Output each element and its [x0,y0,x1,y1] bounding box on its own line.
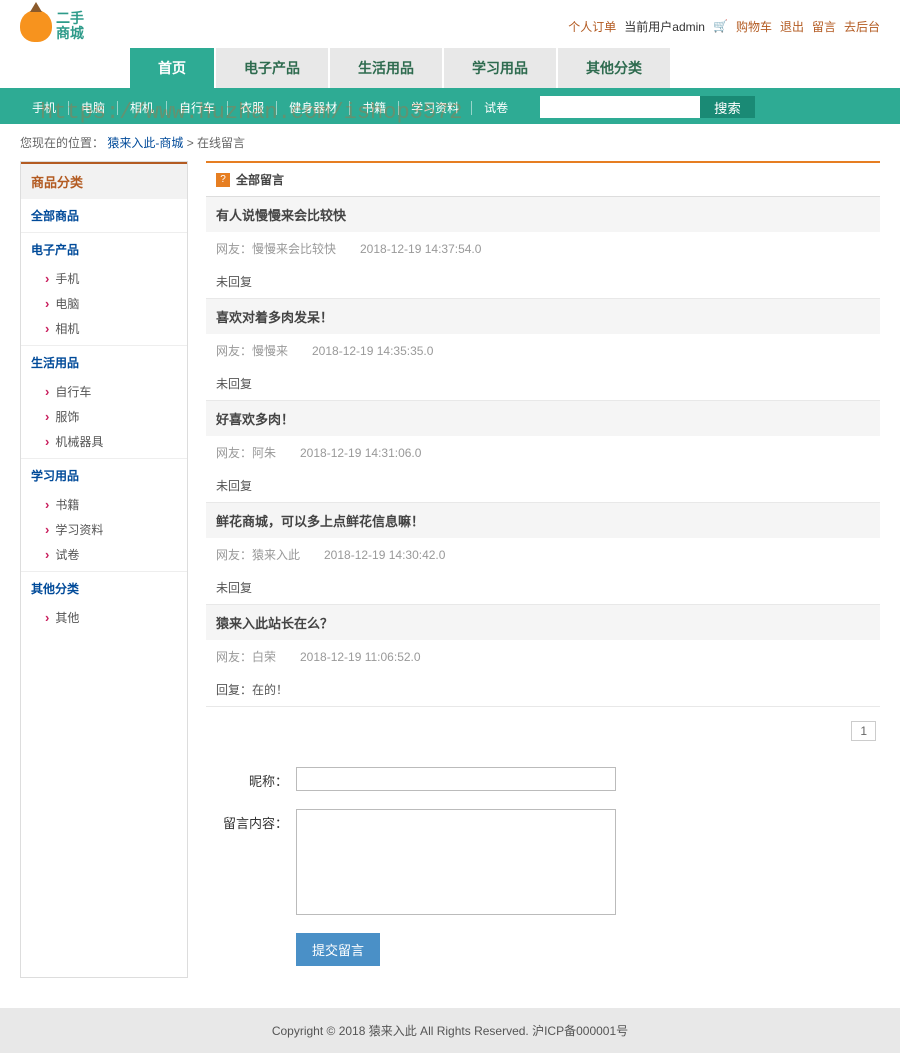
cart-icon: 🛒 [713,19,728,33]
category-item[interactable]: 试卷 [21,542,187,567]
logo-text-2: 商城 [56,26,84,41]
sub-nav: 手机电脑相机自行车衣服健身器材书籍学习资料试卷 搜索 [0,90,900,124]
logo-text-1: 二手 [56,11,84,26]
top-links: 个人订单 当前用户admin 🛒 购物车 退出 留言 去后台 [568,18,880,35]
message-meta: 网友：猿来入此 2018-12-19 14:30:42.0 [206,538,880,571]
category-title[interactable]: 生活用品 [21,345,187,379]
section-header: ? 全部留言 [206,161,880,197]
category-title[interactable]: 电子产品 [21,232,187,266]
search-button[interactable]: 搜索 [700,96,755,118]
nav-tab[interactable]: 首页 [130,48,214,88]
message-title: 鲜花商城，可以多上点鲜花信息嘛！ [206,503,880,538]
category-title[interactable]: 学习用品 [21,458,187,492]
search-input[interactable] [540,96,700,118]
logo-icon [20,10,52,42]
message-title: 好喜欢多肉！ [206,401,880,436]
message-reply: 未回复 [206,469,880,502]
message-title: 喜欢对着多肉发呆！ [206,299,880,334]
message-meta: 网友：白荣 2018-12-19 11:06:52.0 [206,640,880,673]
sub-nav-link[interactable]: 试卷 [472,101,520,115]
nickname-input[interactable] [296,767,616,791]
submit-button[interactable]: 提交留言 [296,933,380,966]
message-reply: 未回复 [206,367,880,400]
breadcrumb-link[interactable]: 猿来入此-商城 [107,136,183,150]
sub-nav-link[interactable]: 书籍 [350,101,399,115]
category-item[interactable]: 学习资料 [21,517,187,542]
sub-nav-link[interactable]: 学习资料 [399,101,472,115]
message-item: 好喜欢多肉！网友：阿朱 2018-12-19 14:31:06.0未回复 [206,401,880,503]
message-reply: 回复：在的！ [206,673,880,706]
content-label: 留言内容： [210,809,296,832]
nav-tabs: 首页电子产品生活用品学习用品其他分类 [0,48,900,90]
nav-tab[interactable]: 其他分类 [558,48,670,88]
logo[interactable]: 二手 商城 [20,10,84,42]
message-item: 猿来入此站长在么？网友：白荣 2018-12-19 11:06:52.0回复：在… [206,605,880,707]
breadcrumb: 您现在的位置： 猿来入此-商城 > 在线留言 [0,124,900,161]
personal-order-link[interactable]: 个人订单 [568,18,616,35]
page-number[interactable]: 1 [851,721,876,741]
message-title: 猿来入此站长在么？ [206,605,880,640]
logout-link[interactable]: 退出 [780,18,804,35]
message-reply: 未回复 [206,571,880,604]
message-meta: 网友：阿朱 2018-12-19 14:31:06.0 [206,436,880,469]
message-item: 鲜花商城，可以多上点鲜花信息嘛！网友：猿来入此 2018-12-19 14:30… [206,503,880,605]
pagination: 1 [206,707,880,755]
nav-tab[interactable]: 生活用品 [330,48,442,88]
message-item: 喜欢对着多肉发呆！网友：慢慢来 2018-12-19 14:35:35.0未回复 [206,299,880,401]
section-icon: ? [216,173,230,187]
sidebar-header: 商品分类 [21,162,187,199]
backend-link[interactable]: 去后台 [844,18,880,35]
footer: Copyright © 2018 猿来入此 All Rights Reserve… [0,1008,900,1053]
sidebar: 商品分类 全部商品电子产品手机电脑相机生活用品自行车服饰机械器具学习用品书籍学习… [20,161,188,978]
sub-nav-link[interactable]: 健身器材 [277,101,350,115]
message-list: 有人说慢慢来会比较快网友：慢慢来会比较快 2018-12-19 14:37:54… [206,197,880,707]
nickname-label: 昵称： [210,767,296,790]
nav-tab[interactable]: 电子产品 [216,48,328,88]
category-item[interactable]: 书籍 [21,492,187,517]
category-item[interactable]: 其他 [21,605,187,630]
category-item[interactable]: 自行车 [21,379,187,404]
message-reply: 未回复 [206,265,880,298]
guestbook-link[interactable]: 留言 [812,18,836,35]
sub-nav-link[interactable]: 电脑 [69,101,118,115]
category-item[interactable]: 相机 [21,316,187,341]
sub-nav-link[interactable]: 自行车 [167,101,228,115]
section-title: 全部留言 [236,171,284,188]
nav-tab[interactable]: 学习用品 [444,48,556,88]
category-item[interactable]: 机械器具 [21,429,187,454]
message-item: 有人说慢慢来会比较快网友：慢慢来会比较快 2018-12-19 14:37:54… [206,197,880,299]
category-item[interactable]: 手机 [21,266,187,291]
message-meta: 网友：慢慢来 2018-12-19 14:35:35.0 [206,334,880,367]
sub-nav-link[interactable]: 相机 [118,101,167,115]
sub-nav-link[interactable]: 手机 [20,101,69,115]
category-title[interactable]: 其他分类 [21,571,187,605]
content-textarea[interactable] [296,809,616,915]
category-item[interactable]: 电脑 [21,291,187,316]
current-user-label: 当前用户admin [624,18,705,35]
message-meta: 网友：慢慢来会比较快 2018-12-19 14:37:54.0 [206,232,880,265]
content: ? 全部留言 有人说慢慢来会比较快网友：慢慢来会比较快 2018-12-19 1… [206,161,880,978]
category-item[interactable]: 服饰 [21,404,187,429]
breadcrumb-current: 在线留言 [197,136,245,150]
category-title[interactable]: 全部商品 [21,199,187,232]
message-form: 昵称： 留言内容： 提交留言 [206,755,880,978]
cart-link[interactable]: 购物车 [736,18,772,35]
sub-nav-link[interactable]: 衣服 [228,101,277,115]
message-title: 有人说慢慢来会比较快 [206,197,880,232]
